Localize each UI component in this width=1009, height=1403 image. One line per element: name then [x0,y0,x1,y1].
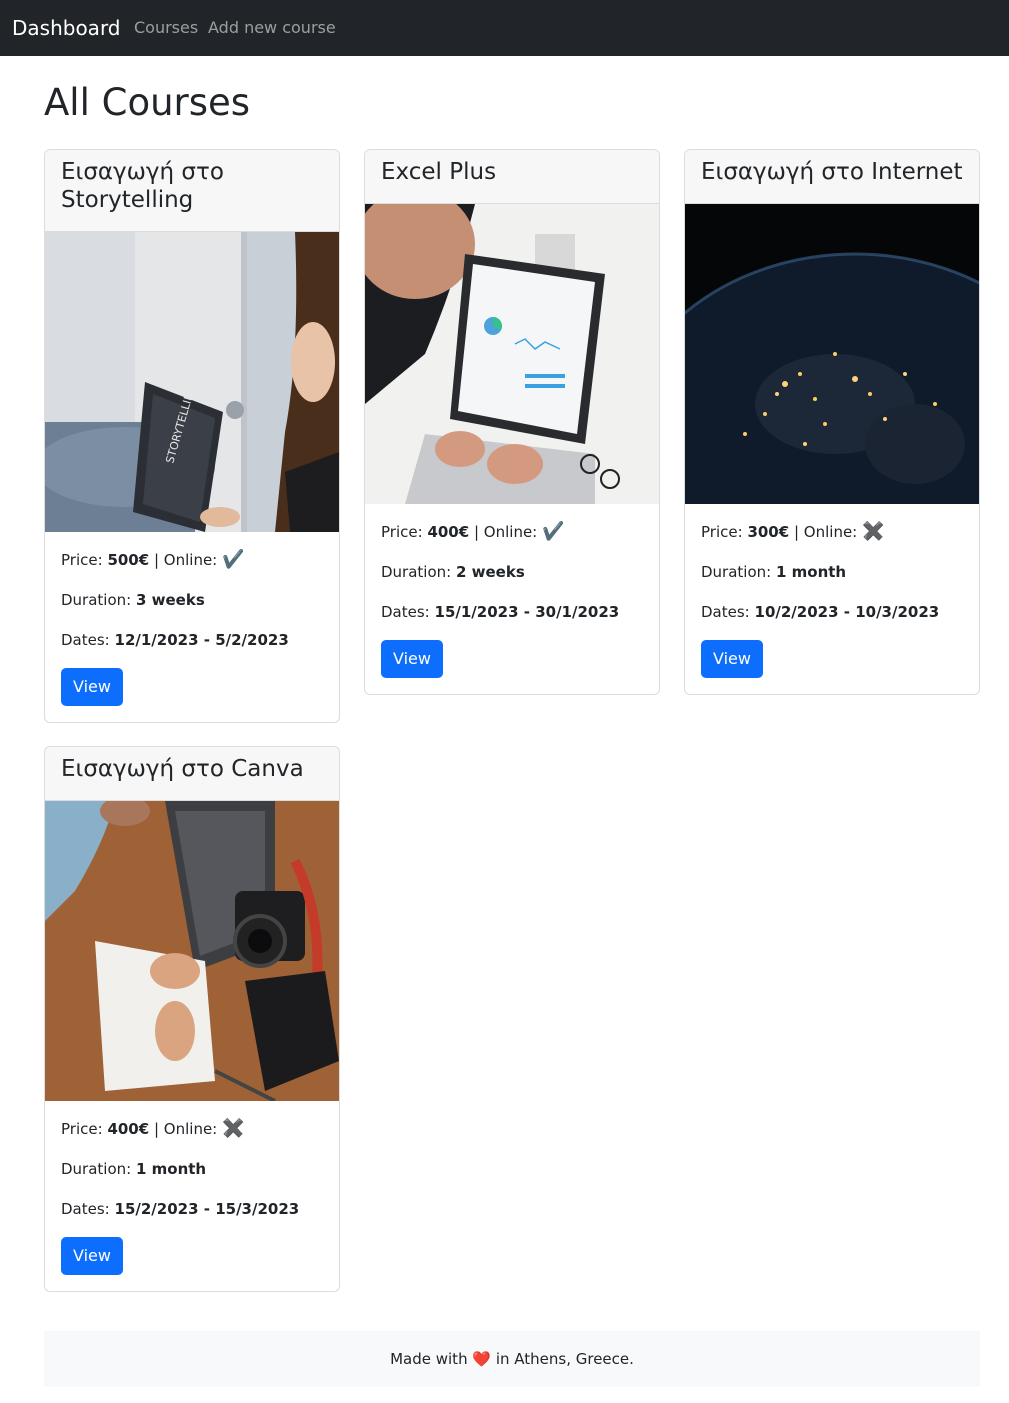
online-label: | Online: [153,1120,218,1138]
view-course-button[interactable]: View [61,668,123,706]
course-card-internet: Εισαγωγή στο Internet Price: 300€ | Onli… [684,149,980,695]
heart-icon: ❤️ [472,1350,492,1368]
course-dates-row: Dates: 10/2/2023 - 10/3/2023 [701,600,963,624]
course-card-excel-plus: Excel Plus Price: 400€ | Online: ✔️ Dura… [364,149,660,695]
cross-icon: ✖️ [222,1118,245,1139]
duration-label: Duration: [61,591,132,609]
course-title: Εισαγωγή στο Storytelling [45,150,339,232]
course-dates: 10/2/2023 - 10/3/2023 [754,603,940,621]
duration-label: Duration: [381,563,452,581]
course-duration: 1 month [135,1160,207,1178]
course-price-row: Price: 400€ | Online: ✖️ [61,1117,323,1141]
course-dates: 12/1/2023 - 5/2/2023 [114,631,289,649]
nav-courses-link[interactable]: Courses [134,18,198,38]
dates-label: Dates: [381,603,430,621]
dates-label: Dates: [61,1200,110,1218]
page-title: All Courses [44,81,251,124]
online-label: | Online: [153,551,218,569]
course-title: Εισαγωγή στο Canva [45,747,339,801]
course-card-storytelling: Εισαγωγή στο Storytelling STORYTELLING P… [44,149,340,723]
course-price: 400€ [107,1120,150,1138]
price-label: Price: [701,523,743,541]
check-icon: ✔️ [542,521,565,542]
course-price-row: Price: 500€ | Online: ✔️ [61,548,323,572]
course-price: 400€ [427,523,470,541]
course-price-row: Price: 400€ | Online: ✔️ [381,520,643,544]
page-footer: Made with ❤️ in Athens, Greece. [44,1331,980,1387]
course-duration-row: Duration: 3 weeks [61,588,323,612]
dates-label: Dates: [701,603,750,621]
view-course-button[interactable]: View [61,1237,123,1275]
duration-label: Duration: [61,1160,132,1178]
price-label: Price: [61,551,103,569]
course-duration-row: Duration: 1 month [61,1157,323,1181]
check-icon: ✔️ [222,549,245,570]
course-duration-row: Duration: 1 month [701,560,963,584]
price-label: Price: [381,523,423,541]
online-label: | Online: [793,523,858,541]
footer-text-after: in Athens, Greece. [495,1350,634,1368]
course-duration: 2 weeks [455,563,525,581]
dashboard-brand-link[interactable]: Dashboard [12,14,121,42]
course-dates-row: Dates: 15/1/2023 - 30/1/2023 [381,600,643,624]
price-label: Price: [61,1120,103,1138]
course-price: 300€ [747,523,790,541]
course-image-storytelling: STORYTELLING [45,232,339,532]
online-label: | Online: [473,523,538,541]
course-dates-row: Dates: 15/2/2023 - 15/3/2023 [61,1197,323,1221]
course-dates-row: Dates: 12/1/2023 - 5/2/2023 [61,628,323,652]
cross-icon: ✖️ [862,521,885,542]
course-duration-row: Duration: 2 weeks [381,560,643,584]
course-image-canva [45,801,339,1101]
course-price: 500€ [107,551,150,569]
nav-add-course-link[interactable]: Add new course [208,18,336,38]
footer-text-before: Made with [390,1350,468,1368]
dates-label: Dates: [61,631,110,649]
course-title: Excel Plus [365,150,659,204]
view-course-button[interactable]: View [701,640,763,678]
course-card-canva: Εισαγωγή στο Canva Price: 400€ | Online:… [44,746,340,1292]
course-title: Εισαγωγή στο Internet [685,150,979,204]
view-course-button[interactable]: View [381,640,443,678]
top-navbar: Dashboard Courses Add new course [0,0,1009,56]
course-duration: 1 month [775,563,847,581]
course-dates: 15/2/2023 - 15/3/2023 [114,1200,300,1218]
course-price-row: Price: 300€ | Online: ✖️ [701,520,963,544]
course-image-excel [365,204,659,504]
course-duration: 3 weeks [135,591,205,609]
course-image-internet [685,204,979,504]
course-dates: 15/1/2023 - 30/1/2023 [434,603,620,621]
duration-label: Duration: [701,563,772,581]
